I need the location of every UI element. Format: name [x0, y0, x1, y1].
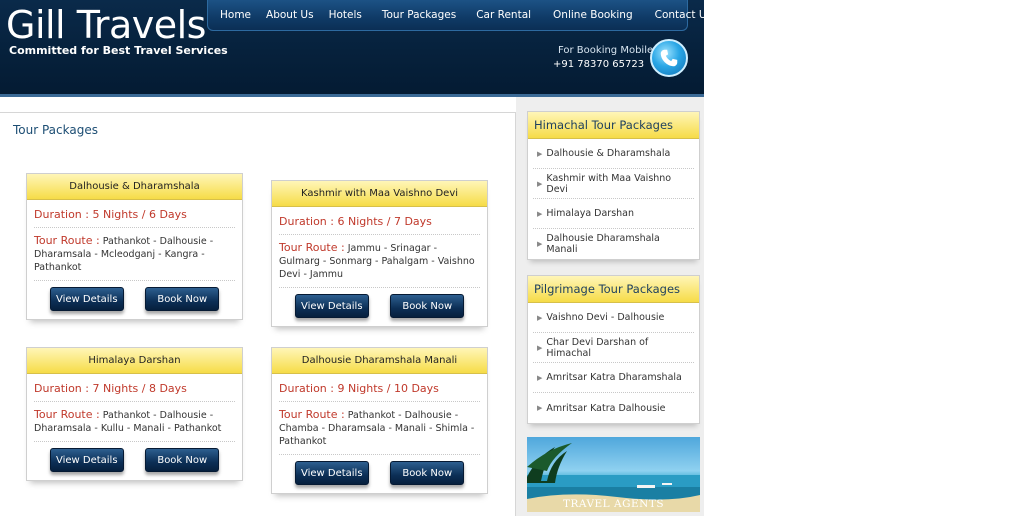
package-actions: View Details Book Now	[272, 455, 487, 493]
package-title[interactable]: Kashmir with Maa Vaishno Devi	[272, 181, 487, 207]
book-now-button[interactable]: Book Now	[145, 448, 220, 472]
list-item-label: Dalhousie Dharamshala Manali	[546, 233, 660, 255]
nav-item-online-booking[interactable]: Online Booking	[553, 9, 633, 21]
list-item[interactable]: ▶ Dalhousie & Dharamshala	[533, 139, 694, 169]
view-details-button[interactable]: View Details	[294, 294, 369, 318]
nav-item-hotels[interactable]: Hotels	[329, 9, 362, 21]
view-details-button[interactable]: View Details	[294, 461, 369, 485]
arrow-right-icon: ▶	[537, 313, 543, 322]
travel-agents-banner[interactable]: TRAVEL AGENTS	[527, 437, 700, 512]
phone-icon	[650, 39, 688, 77]
package-route: Tour Route : Pathankot - Dalhousie - Cha…	[279, 408, 480, 455]
nav-item-about-us[interactable]: About Us	[266, 9, 314, 21]
nav-item-tour-packages[interactable]: Tour Packages	[382, 9, 456, 21]
book-now-button[interactable]: Book Now	[390, 461, 465, 485]
himachal-packages-list: ▶ Dalhousie & Dharamshala ▶ Kashmir with M…	[528, 139, 699, 259]
package-actions: View Details Book Now	[27, 442, 242, 480]
route-label: Tour Route :	[279, 408, 345, 421]
arrow-right-icon: ▶	[537, 179, 543, 188]
site-logo-title[interactable]: Gill Travels	[6, 4, 206, 46]
package-title[interactable]: Himalaya Darshan	[27, 348, 242, 374]
booking-label: For Booking Mobile	[558, 45, 654, 56]
pilgrimage-packages-title: Pilgrimage Tour Packages	[528, 276, 699, 303]
arrow-right-icon: ▶	[537, 149, 543, 158]
himachal-packages-title: Himachal Tour Packages	[528, 112, 699, 139]
package-route: Tour Route : Pathankot - Dalhousie - Dha…	[34, 234, 235, 281]
route-label: Tour Route :	[34, 408, 100, 421]
main-nav: Home About Us Hotels Tour Packages Car R…	[207, 0, 712, 31]
package-actions: View Details Book Now	[272, 288, 487, 326]
view-details-button[interactable]: View Details	[49, 448, 124, 472]
himachal-packages-panel: Himachal Tour Packages ▶ Dalhousie & Dhar…	[527, 111, 700, 260]
arrow-right-icon: ▶	[537, 373, 543, 382]
list-item[interactable]: ▶ Himalaya Darshan	[533, 199, 694, 229]
book-now-button[interactable]: Book Now	[390, 294, 465, 318]
package-card: Dalhousie Dharamshala Manali Duration : …	[271, 347, 488, 494]
package-card: Kashmir with Maa Vaishno Devi Duration :…	[271, 180, 488, 327]
nav-item-home[interactable]: Home	[220, 9, 251, 21]
pilgrimage-packages-panel: Pilgrimage Tour Packages ▶ Vaishno Devi -…	[527, 275, 700, 424]
list-item[interactable]: ▶ Char Devi Darshan of Himachal	[533, 333, 694, 363]
package-card: Dalhousie & Dharamshala Duration : 5 Nig…	[26, 173, 243, 320]
package-duration: Duration : 5 Nights / 6 Days	[34, 208, 235, 228]
arrow-right-icon: ▶	[537, 240, 543, 248]
arrow-right-icon: ▶	[537, 209, 543, 218]
arrow-right-icon: ▶	[537, 343, 543, 352]
list-item[interactable]: ▶ Kashmir with Maa Vaishno Devi	[533, 169, 694, 199]
list-item-label: Himalaya Darshan	[546, 208, 635, 219]
list-item-label: Vaishno Devi - Dalhousie	[546, 312, 665, 323]
list-item-label: Amritsar Katra Dharamshala	[546, 372, 682, 383]
list-item[interactable]: ▶ Dalhousie Dharamshala Manali	[533, 229, 694, 259]
nav-item-car-rental[interactable]: Car Rental	[476, 9, 531, 21]
list-item-label: Amritsar Katra Dalhousie	[546, 402, 666, 414]
package-route: Tour Route : Jammu - Srinagar - Gulmarg …	[279, 241, 480, 288]
package-title[interactable]: Dalhousie Dharamshala Manali	[272, 348, 487, 374]
main-content: Tour Packages Dalhousie & Dharamshala Du…	[0, 112, 516, 516]
site-header: Gill Travels Committed for Best Travel S…	[0, 0, 712, 97]
pilgrimage-packages-list: ▶ Vaishno Devi - Dalhousie ▶ Char Devi Dar…	[528, 303, 699, 423]
view-details-button[interactable]: View Details	[49, 287, 124, 311]
package-duration: Duration : 6 Nights / 7 Days	[279, 215, 480, 235]
package-actions: View Details Book Now	[27, 281, 242, 319]
booking-number: +91 78370 65723	[553, 59, 645, 70]
package-duration: Duration : 9 Nights / 10 Days	[279, 382, 480, 402]
route-label: Tour Route :	[34, 234, 100, 247]
page-title: Tour Packages	[13, 123, 98, 137]
book-now-button[interactable]: Book Now	[145, 287, 220, 311]
list-item-label: Dalhousie & Dharamshala	[546, 148, 671, 159]
list-item[interactable]: ▶ Amritsar Katra Dalhousie	[533, 393, 694, 423]
list-item-label: Char Devi Darshan of Himachal	[546, 336, 649, 359]
list-item[interactable]: ▶ Vaishno Devi - Dalhousie	[533, 303, 694, 333]
list-item[interactable]: ▶ Amritsar Katra Dharamshala	[533, 363, 694, 393]
nav-item-contact-us[interactable]: Contact Us	[655, 9, 712, 21]
list-item-label: Kashmir with Maa Vaishno Devi	[546, 172, 672, 195]
route-label: Tour Route :	[279, 241, 345, 254]
arrow-right-icon: ▶	[537, 404, 543, 412]
package-title[interactable]: Dalhousie & Dharamshala	[27, 174, 242, 200]
promo-caption: TRAVEL AGENTS	[562, 498, 665, 510]
package-card: Himalaya Darshan Duration : 7 Nights / 8…	[26, 347, 243, 481]
package-duration: Duration : 7 Nights / 8 Days	[34, 382, 235, 402]
package-route: Tour Route : Pathankot - Dalhousie - Dha…	[34, 408, 235, 442]
site-tagline: Committed for Best Travel Services	[9, 44, 228, 57]
